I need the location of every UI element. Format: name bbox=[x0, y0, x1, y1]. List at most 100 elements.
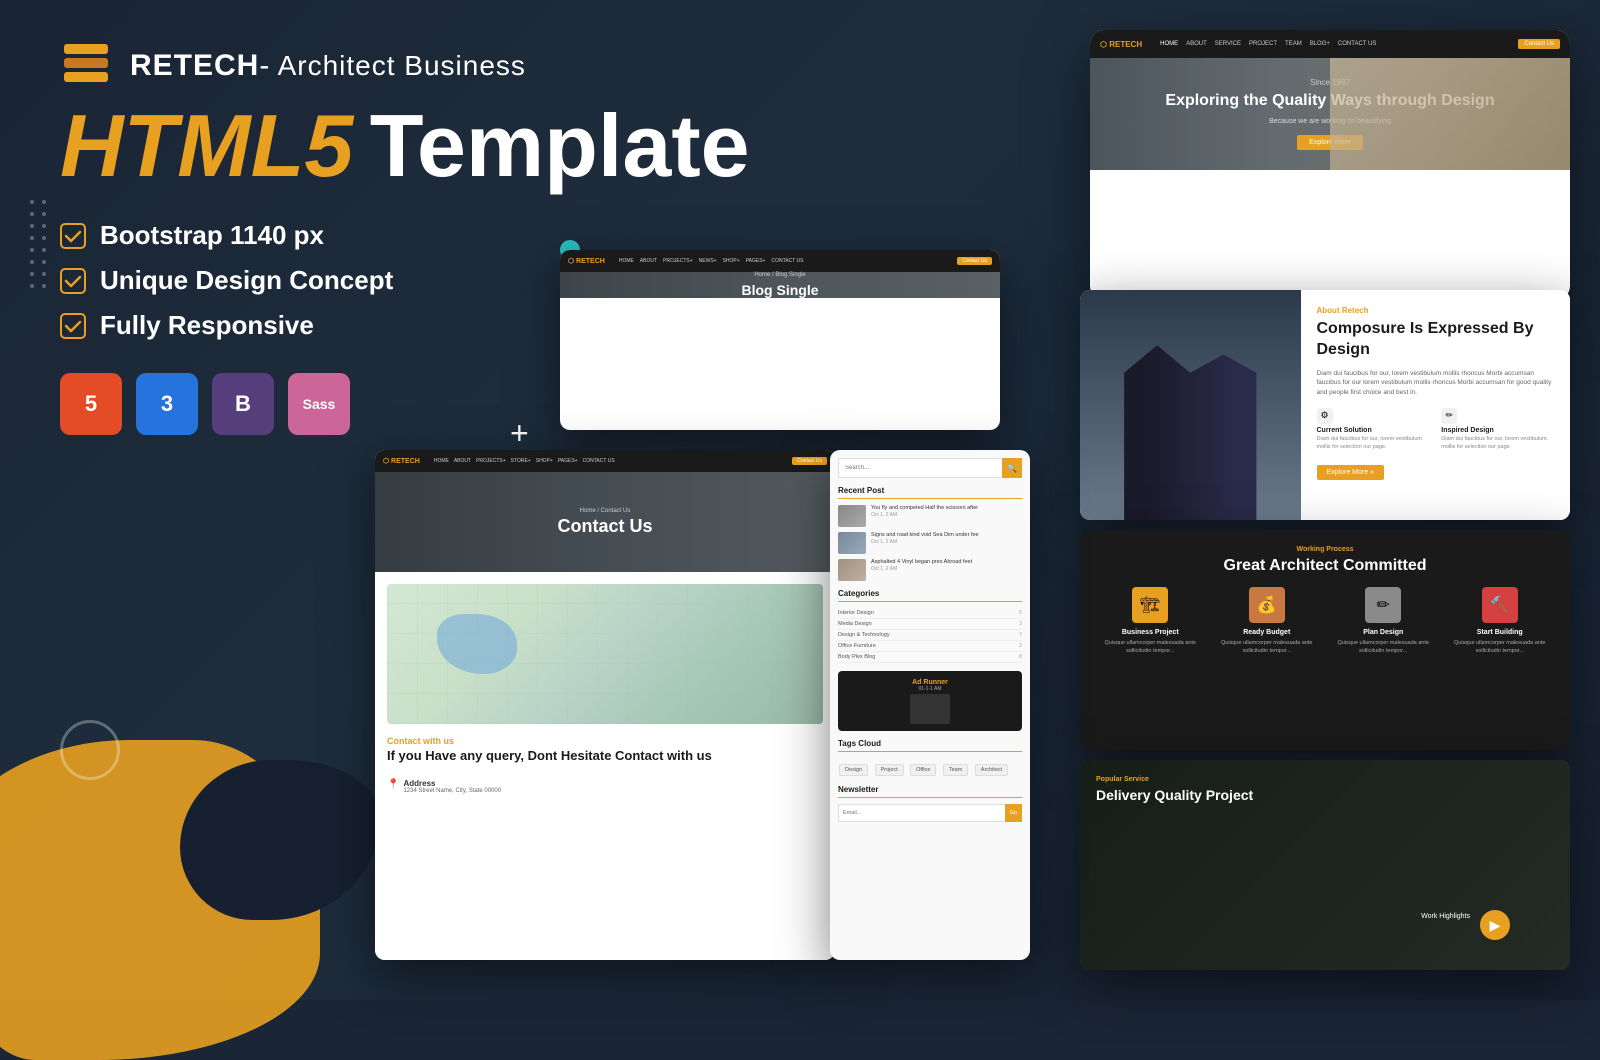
contact-nav: ⬡ RETECH HOME ABOUT PROJECTS+ STORE+ SHO… bbox=[375, 450, 835, 472]
tag-4[interactable]: Team bbox=[943, 764, 968, 776]
solution-title: Current Solution bbox=[1317, 427, 1430, 434]
sidebar-cat-4: Office Furniture 2 bbox=[838, 641, 1022, 652]
about-image bbox=[1080, 290, 1301, 520]
step4-title: Start Building bbox=[1446, 629, 1555, 636]
feature-bootstrap-label: Bootstrap 1140 px bbox=[100, 220, 324, 251]
contact-nav-cta[interactable]: Contact Us bbox=[792, 457, 827, 465]
blog-nav-pages: PAGES+ bbox=[746, 258, 766, 264]
tags-cloud: Design Project Office Team Architect bbox=[838, 758, 1022, 777]
post2-title: Signs and road kind void Sea Dim under f… bbox=[871, 532, 979, 539]
sass-badge: Sass bbox=[288, 373, 350, 435]
screenshot-work-highlights: Popular Service Delivery Quality Project… bbox=[1080, 760, 1570, 970]
hero-nav-items: HOME ABOUT SERVICE PROJECT TEAM BLOG+ CO… bbox=[1160, 41, 1376, 47]
blog-nav-shop: SHOP+ bbox=[723, 258, 740, 264]
retech-logo-icon bbox=[60, 40, 112, 92]
tag-3[interactable]: Office bbox=[910, 764, 936, 776]
post3-thumb bbox=[838, 559, 866, 581]
address-text: 1234 Street Name, City, State 00000 bbox=[403, 788, 501, 794]
newsletter-title: Newsletter bbox=[838, 785, 1022, 798]
step4-desc: Quisque ullamcorper malesuada ante solli… bbox=[1446, 640, 1555, 655]
about-desc: Diam dui faucibus for our, lorem vestibu… bbox=[1317, 369, 1555, 398]
blog-title: Blog Single bbox=[742, 282, 819, 298]
hero-nav-team: TEAM bbox=[1285, 41, 1302, 47]
hero-nav-cta[interactable]: Contact Us bbox=[1518, 39, 1560, 49]
blog-nav: ⬡ RETECH HOME ABOUT PROJECTS+ NEWS+ SHOP… bbox=[560, 250, 1000, 272]
ad-banner: Ad Runner 01-1-1 AM bbox=[838, 671, 1022, 731]
contact-nav-home: HOME bbox=[434, 458, 449, 464]
newsletter-input[interactable] bbox=[838, 804, 1005, 822]
contact-address: 📍 Address 1234 Street Name, City, State … bbox=[387, 779, 823, 794]
feature-design-label: Unique Design Concept bbox=[100, 265, 393, 296]
sidebar-recent-posts: Recent Post You fly and competed Half th… bbox=[838, 486, 1022, 581]
design-title: Inspired Design bbox=[1441, 427, 1554, 434]
ad-image bbox=[910, 694, 950, 724]
blog-nav-logo: ⬡ RETECH bbox=[568, 257, 605, 265]
screenshot-process: Working Process Great Architect Committe… bbox=[1080, 530, 1570, 750]
step1-icon: 🏗 bbox=[1132, 587, 1168, 623]
work-title: Delivery Quality Project bbox=[1096, 787, 1554, 803]
ad-dates: 01-1-1 AM bbox=[918, 686, 941, 692]
sidebar-search-input[interactable] bbox=[838, 458, 1002, 478]
process-step-1: 🏗 Business Project Quisque ullamcorper m… bbox=[1096, 587, 1205, 655]
about-explore-btn[interactable]: Explore More » bbox=[1317, 465, 1384, 480]
solution-icon: ⚙ bbox=[1317, 408, 1333, 424]
step2-icon: 💰 bbox=[1249, 587, 1285, 623]
sidebar-cat-2: Media Design 3 bbox=[838, 619, 1022, 630]
contact-nav-contactus: CONTACT US bbox=[583, 458, 615, 464]
hero-nav-about: ABOUT bbox=[1186, 41, 1207, 47]
sidebar-newsletter: Newsletter Go bbox=[838, 785, 1022, 822]
feature-responsive-label: Fully Responsive bbox=[100, 310, 314, 341]
sidebar-categories: Categories Interior Design 5 Media Desig… bbox=[838, 589, 1022, 663]
contact-hero-title: Contact Us bbox=[557, 516, 652, 537]
step2-title: Ready Budget bbox=[1213, 629, 1322, 636]
address-label: Address 1234 Street Name, City, State 00… bbox=[403, 779, 501, 794]
sidebar-post-3: Asphalted 4 Vinyl began pres Abroad feet… bbox=[838, 559, 1022, 581]
newsletter-submit[interactable]: Go bbox=[1005, 804, 1022, 822]
process-title: Great Architect Committed bbox=[1096, 557, 1554, 575]
design-desc: Diam dui faucibus for our, lorem vestibu… bbox=[1441, 436, 1554, 451]
work-highlights-body: Popular Service Delivery Quality Project… bbox=[1080, 760, 1570, 970]
blog-hero: Home / Blog Single Blog Single bbox=[560, 272, 1000, 298]
blog-sidebar-body: 🔍 Recent Post You fly and competed Half … bbox=[830, 450, 1030, 960]
sidebar-post-1: You fly and competed Half the scissors a… bbox=[838, 505, 1022, 527]
blog-nav-projects: PROJECTS+ bbox=[663, 258, 693, 264]
check-icon-responsive bbox=[60, 313, 86, 339]
contact-tag: Contact with us bbox=[387, 736, 823, 746]
work-highlight-label: Work Highlights bbox=[1421, 913, 1470, 920]
contact-nav-pages: PAGES+ bbox=[558, 458, 578, 464]
tag-2[interactable]: Project bbox=[875, 764, 904, 776]
tags-title: Tags Cloud bbox=[838, 739, 1022, 752]
about-features: ⚙ Current Solution Diam dui faucibus for… bbox=[1317, 408, 1555, 451]
about-feature-design: ✏ Inspired Design Diam dui faucibus for … bbox=[1441, 408, 1554, 451]
post2-info: Signs and road kind void Sea Dim under f… bbox=[871, 532, 979, 545]
post1-thumb bbox=[838, 505, 866, 527]
architect-image bbox=[1330, 58, 1570, 170]
process-tag: Working Process bbox=[1096, 546, 1554, 553]
work-circle-play[interactable]: ▶ bbox=[1480, 910, 1510, 940]
sidebar-search: 🔍 bbox=[838, 458, 1022, 478]
tag-5[interactable]: Architect bbox=[975, 764, 1008, 776]
ad-title: Ad Runner bbox=[912, 679, 948, 686]
screenshot-blog-sidebar: 🔍 Recent Post You fly and competed Half … bbox=[830, 450, 1030, 960]
post2-date: Oct 1, 2 AM bbox=[871, 539, 979, 545]
step1-title: Business Project bbox=[1096, 629, 1205, 636]
post2-thumb bbox=[838, 532, 866, 554]
hero-nav-home: HOME bbox=[1160, 41, 1178, 47]
check-icon-bootstrap bbox=[60, 223, 86, 249]
sidebar-search-btn[interactable]: 🔍 bbox=[1002, 458, 1022, 478]
blog-breadcrumb: Home / Blog Single bbox=[754, 272, 805, 278]
blog-nav-home: HOME bbox=[619, 258, 634, 264]
screenshot-blog-single: ⬡ RETECH HOME ABOUT PROJECTS+ NEWS+ SHOP… bbox=[560, 250, 1000, 430]
hero-nav: ⬡ RETECH HOME ABOUT SERVICE PROJECT TEAM… bbox=[1090, 30, 1570, 58]
css3-badge: 3 bbox=[136, 373, 198, 435]
contact-info-section: Contact with us If you Have any query, D… bbox=[387, 736, 823, 765]
screenshot-hero: ⬡ RETECH HOME ABOUT SERVICE PROJECT TEAM… bbox=[1090, 30, 1570, 300]
contact-nav-shop: SHOP+ bbox=[536, 458, 553, 464]
process-steps: 🏗 Business Project Quisque ullamcorper m… bbox=[1096, 587, 1554, 655]
tag-1[interactable]: Design bbox=[839, 764, 868, 776]
sidebar-cat-3: Design & Technology 7 bbox=[838, 630, 1022, 641]
step3-title: Plan Design bbox=[1329, 629, 1438, 636]
blog-nav-cta[interactable]: Contact Us bbox=[957, 257, 992, 265]
step1-desc: Quisque ullamcorper malesuada ante solli… bbox=[1096, 640, 1205, 655]
blog-nav-about: ABOUT bbox=[640, 258, 657, 264]
